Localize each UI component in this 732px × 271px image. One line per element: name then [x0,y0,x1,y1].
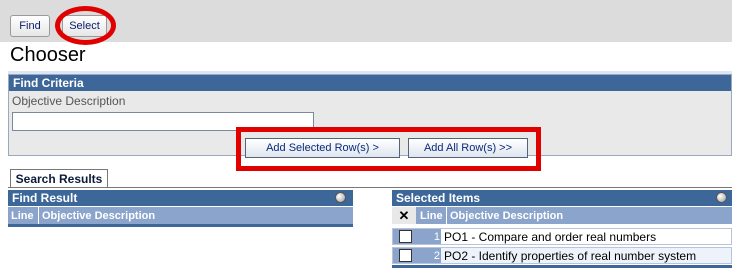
col-line[interactable]: Line [8,207,39,224]
table-row[interactable]: 1 PO1 - Compare and order real numbers [392,228,732,245]
row-checkbox[interactable] [398,249,412,262]
col-objective-description[interactable]: Objective Description [447,210,563,222]
find-result-column-header: Line Objective Description [8,207,353,224]
row-checkbox[interactable] [398,230,412,243]
col-objective-description[interactable]: Objective Description [39,210,155,222]
find-result-footer [8,224,353,227]
tab-search-results[interactable]: Search Results [10,169,108,188]
find-result-title: Find Result [12,191,78,205]
selected-items-header: Selected Items [392,190,732,206]
table-row[interactable]: 2 PO2 - Identify properties of real numb… [392,247,732,264]
selected-items-footer [392,265,732,268]
row-line-number: 2 [417,248,441,263]
objective-description-label: Objective Description [12,94,126,108]
tab-divider [8,187,732,188]
select-highlight-annotation [55,6,116,45]
add-buttons-highlight-annotation [236,127,541,171]
find-result-toggle-icon[interactable] [335,192,346,203]
selected-items-toggle-icon[interactable] [716,192,727,203]
selected-items-column-header: ✕ Line Objective Description [392,207,732,224]
find-result-header: Find Result [8,190,353,206]
row-objective-description: PO2 - Identify properties of real number… [444,248,697,263]
page-title: Chooser [10,44,86,66]
selected-items-title: Selected Items [396,191,481,205]
row-objective-description: PO1 - Compare and order real numbers [444,229,657,244]
remove-all-icon[interactable]: ✕ [392,207,416,224]
col-line[interactable]: Line [416,207,447,224]
row-line-number: 1 [417,229,441,244]
find-criteria-header: Find Criteria [9,75,731,91]
find-button[interactable]: Find [10,15,50,37]
